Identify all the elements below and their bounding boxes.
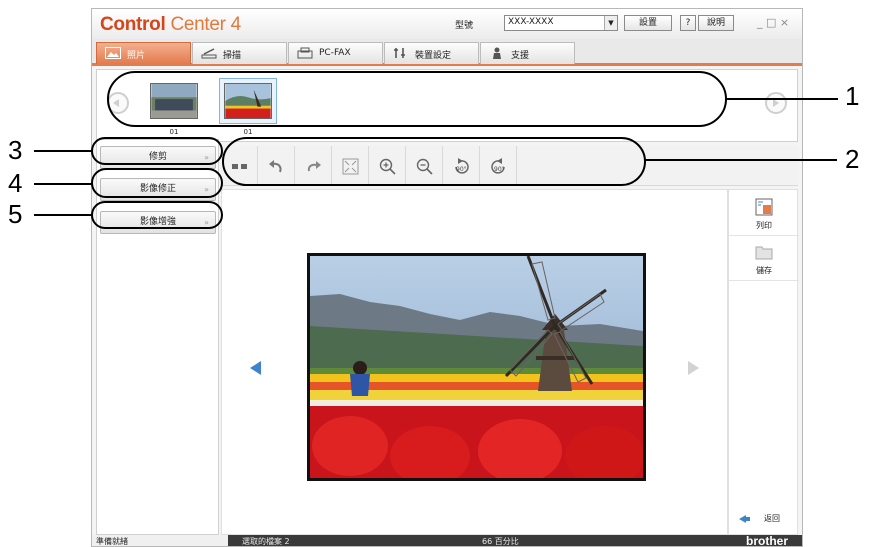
help-button[interactable]: 說明 — [698, 15, 734, 31]
rotate-left-button[interactable]: 90° — [443, 146, 480, 186]
status-zoom: 66 百分比 — [482, 537, 519, 546]
undo-icon — [269, 160, 282, 173]
tab-device-settings[interactable]: 裝置設定 — [384, 42, 479, 64]
zoom-out-button[interactable] — [406, 146, 443, 186]
print-button[interactable]: 列印 — [729, 192, 799, 236]
tab-label: 支援 — [511, 51, 530, 61]
thumbnail-item-selected[interactable]: 01 — [219, 78, 277, 136]
save-button[interactable]: 儲存 — [729, 237, 799, 281]
chevron-right-icon: » — [204, 185, 209, 194]
image-enhancement-label: 影像增強 — [139, 217, 176, 227]
tab-pc-fax[interactable]: PC-FAX — [288, 42, 383, 64]
fax-icon — [297, 47, 313, 59]
back-label: 返回 — [764, 514, 780, 523]
save-label: 儲存 — [756, 266, 772, 275]
previous-image-arrow-icon[interactable] — [250, 361, 261, 375]
rotate-left-90-icon: 90° — [455, 158, 469, 174]
thumbnail-caption: 01 — [169, 128, 179, 136]
thumbnail-caption: 01 — [243, 128, 253, 136]
editing-toolbar: 90° 90° — [221, 146, 798, 186]
previous-thumbnails-button[interactable] — [107, 92, 129, 114]
tab-scan[interactable]: 掃描 — [192, 42, 287, 64]
image-correction-button[interactable]: 影像修正 » — [100, 178, 216, 201]
folder-icon — [755, 246, 773, 260]
print-layout-icon — [755, 198, 773, 216]
callout-number-1: 1 — [845, 81, 860, 111]
tab-label: 掃描 — [223, 51, 242, 61]
callout-number-5: 5 — [8, 199, 23, 229]
callout-line-5 — [34, 214, 92, 216]
tab-photo[interactable]: 照片 — [96, 42, 191, 64]
thumbnail-image — [224, 83, 272, 119]
rotate-right-label: 90° — [494, 166, 505, 173]
fit-to-window-icon — [342, 158, 359, 175]
help-icon[interactable]: ? — [680, 15, 696, 31]
rotate-right-90-icon: 90° — [491, 158, 505, 174]
tab-label: 照片 — [127, 51, 146, 61]
photo-icon — [105, 47, 121, 59]
status-ready: 準備就緒 — [92, 535, 228, 546]
next-image-arrow-icon[interactable] — [688, 361, 699, 375]
right-action-panel: 列印 儲存 返回 — [728, 189, 799, 535]
brother-logo: brother — [746, 534, 788, 547]
image-enhancement-button[interactable]: 影像增強 » — [100, 211, 216, 234]
settings-button[interactable]: 設置 — [624, 15, 672, 31]
thumbnail-strip: 01 01 — [96, 69, 798, 142]
chevron-right-icon: » — [204, 218, 209, 227]
tab-bar: 照片 掃描 PC-FAX 裝置設定 支援 — [92, 39, 802, 66]
callout-number-4: 4 — [8, 168, 23, 198]
thumbnail-item[interactable]: 01 — [145, 78, 203, 136]
trim-button-label: 修剪 — [148, 152, 167, 162]
back-button[interactable]: 返回 — [729, 510, 799, 528]
device-settings-icon — [394, 48, 405, 58]
tab-label: 裝置設定 — [415, 51, 452, 61]
callout-line-2 — [645, 159, 837, 161]
next-thumbnails-button[interactable] — [765, 92, 787, 114]
zoom-in-button[interactable] — [369, 146, 406, 186]
rotate-right-button[interactable]: 90° — [480, 146, 517, 186]
image-correction-label: 影像修正 — [139, 184, 176, 194]
title-bar: Control Center 4 型號 XXX-XXXX ▼ 設置 ? 說明 _… — [92, 9, 802, 39]
control-center-window: Control Center 4 型號 XXX-XXXX ▼ 設置 ? 說明 _… — [91, 8, 803, 547]
support-icon — [493, 47, 501, 59]
tab-label: PC-FAX — [319, 48, 351, 58]
thumbnail-image — [150, 83, 198, 119]
image-viewer — [221, 189, 728, 535]
callout-number-2: 2 — [845, 144, 860, 174]
model-label: 型號 — [455, 21, 474, 31]
app-logo: Control Center 4 — [100, 14, 241, 36]
thumbnail-view-icon — [232, 164, 247, 169]
windmill-photo — [307, 253, 646, 481]
window-controls[interactable]: _ □ × — [757, 16, 789, 29]
status-selected-files: 選取的檔案 2 — [242, 537, 290, 546]
tab-support[interactable]: 支援 — [480, 42, 575, 64]
back-arrow-icon — [739, 515, 750, 523]
callout-number-3: 3 — [8, 135, 23, 165]
zoom-in-icon — [379, 158, 396, 175]
logo-bold-text: Control — [100, 14, 166, 35]
print-label: 列印 — [756, 221, 772, 230]
trim-button[interactable]: 修剪 » — [100, 146, 216, 169]
model-value: XXX-XXXX — [508, 17, 554, 27]
logo-rest-text: Center 4 — [170, 14, 241, 35]
callout-line-4 — [34, 183, 92, 185]
redo-icon — [307, 161, 321, 172]
callout-line-3 — [34, 150, 92, 152]
callout-line-1 — [726, 98, 838, 100]
undo-button[interactable] — [258, 146, 295, 186]
left-function-panel: 修剪 » 影像修正 » 影像增強 » — [96, 139, 219, 535]
redo-button[interactable] — [295, 146, 332, 186]
windmill-tulip-image — [310, 256, 643, 478]
status-bar: 準備就緒 選取的檔案 2 66 百分比 brother — [92, 534, 802, 547]
zoom-out-icon — [416, 158, 433, 175]
thumbnail-view-button[interactable] — [221, 146, 258, 186]
model-select[interactable]: XXX-XXXX ▼ — [504, 15, 618, 31]
fit-to-window-button[interactable] — [332, 146, 369, 186]
scanner-icon — [201, 48, 217, 59]
rotate-left-label: 90° — [456, 166, 467, 173]
chevron-right-icon: » — [204, 153, 209, 162]
chevron-down-icon: ▼ — [604, 16, 617, 30]
